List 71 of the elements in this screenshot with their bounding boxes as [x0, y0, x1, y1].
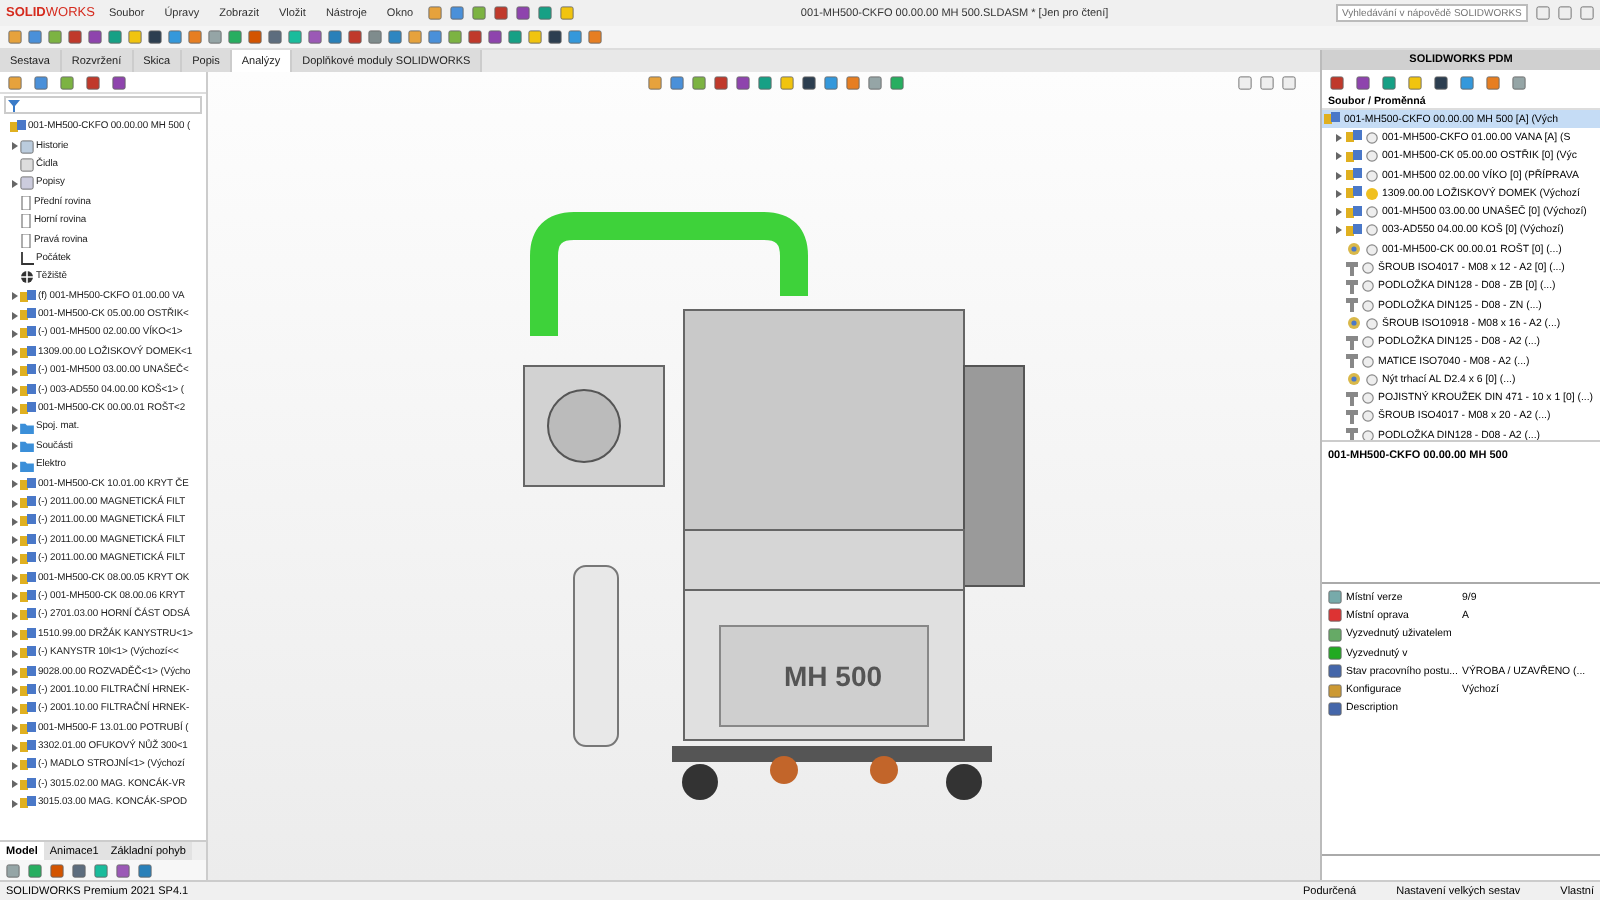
assembly-icon: [1346, 223, 1362, 238]
assembly-icon: [20, 533, 36, 548]
bolt-icon: [1346, 409, 1358, 424]
assembly-icon: [20, 721, 36, 736]
assembly-icon: [20, 683, 36, 698]
expand-arrow-icon[interactable]: [12, 442, 18, 451]
part-stack-icon: [1346, 316, 1362, 331]
part-stack-icon: [1346, 372, 1362, 387]
center-of-mass-icon: [20, 270, 34, 285]
assembly-icon: [20, 326, 36, 341]
expand-arrow-icon[interactable]: [12, 705, 18, 714]
expand-arrow-icon[interactable]: [12, 386, 18, 395]
bolt-icon: [1346, 391, 1358, 406]
assembly-icon: [20, 308, 36, 323]
assembly-icon: [20, 345, 36, 360]
filter-field[interactable]: [4, 96, 202, 114]
assembly-icon: [20, 514, 36, 529]
bolt-icon: [1346, 298, 1358, 313]
assembly-icon: [20, 702, 36, 717]
bolt-icon: [1346, 261, 1358, 276]
expand-arrow-icon[interactable]: [12, 649, 18, 658]
bolt-icon: [1346, 279, 1358, 294]
expand-arrow-icon[interactable]: [12, 799, 18, 808]
assembly-icon: [1346, 130, 1362, 145]
assembly-icon: [20, 589, 36, 604]
assembly-icon: [20, 646, 36, 661]
assembly-icon: [1346, 205, 1362, 220]
expand-arrow-icon[interactable]: [12, 348, 18, 357]
assembly-icon: [20, 477, 36, 492]
assembly-icon: [20, 383, 36, 398]
expand-arrow-icon[interactable]: [12, 536, 18, 545]
assembly-icon: [20, 571, 36, 586]
assembly-icon: [20, 796, 36, 811]
assembly-icon: [20, 758, 36, 773]
assembly-icon: [1346, 168, 1362, 183]
expand-arrow-icon[interactable]: [12, 517, 18, 526]
assembly-icon: [20, 608, 36, 623]
part-stack-icon: [1346, 242, 1362, 257]
expand-arrow-icon[interactable]: [12, 555, 18, 564]
expand-arrow-icon[interactable]: [12, 611, 18, 620]
assembly-icon: [20, 496, 36, 510]
assembly-icon: [1346, 149, 1362, 164]
expand-arrow-icon[interactable]: [12, 780, 18, 789]
assembly-icon: [20, 289, 36, 304]
assembly-icon: [20, 777, 36, 792]
assembly-icon: [20, 740, 36, 755]
assembly-icon: [20, 402, 36, 417]
assembly-icon: [20, 364, 36, 379]
filter-icon: [8, 99, 20, 111]
assembly-icon: [20, 627, 36, 642]
assembly-icon: [1346, 186, 1362, 201]
expand-arrow-icon[interactable]: [12, 367, 18, 376]
assembly-icon: [10, 120, 26, 135]
origin-icon: [20, 251, 34, 266]
assembly-icon: [20, 665, 36, 680]
expand-arrow-icon[interactable]: [1336, 152, 1342, 161]
machine-drawing: MH 500: [464, 146, 1064, 806]
expand-arrow-icon[interactable]: [12, 630, 18, 639]
expand-arrow-icon[interactable]: [12, 724, 18, 733]
bolt-icon: [1346, 335, 1358, 350]
expand-arrow-icon[interactable]: [12, 179, 18, 188]
bolt-icon: [1346, 354, 1358, 368]
expand-arrow-icon[interactable]: [12, 142, 18, 151]
expand-arrow-icon[interactable]: [1336, 133, 1342, 142]
expand-arrow-icon[interactable]: [12, 292, 18, 301]
expand-arrow-icon[interactable]: [12, 499, 18, 507]
assembly-icon: [1324, 112, 1340, 127]
expand-arrow-icon[interactable]: [12, 480, 18, 489]
expand-arrow-icon[interactable]: [12, 461, 18, 470]
bolt-icon: [1346, 428, 1358, 440]
assembly-icon: [20, 552, 36, 567]
